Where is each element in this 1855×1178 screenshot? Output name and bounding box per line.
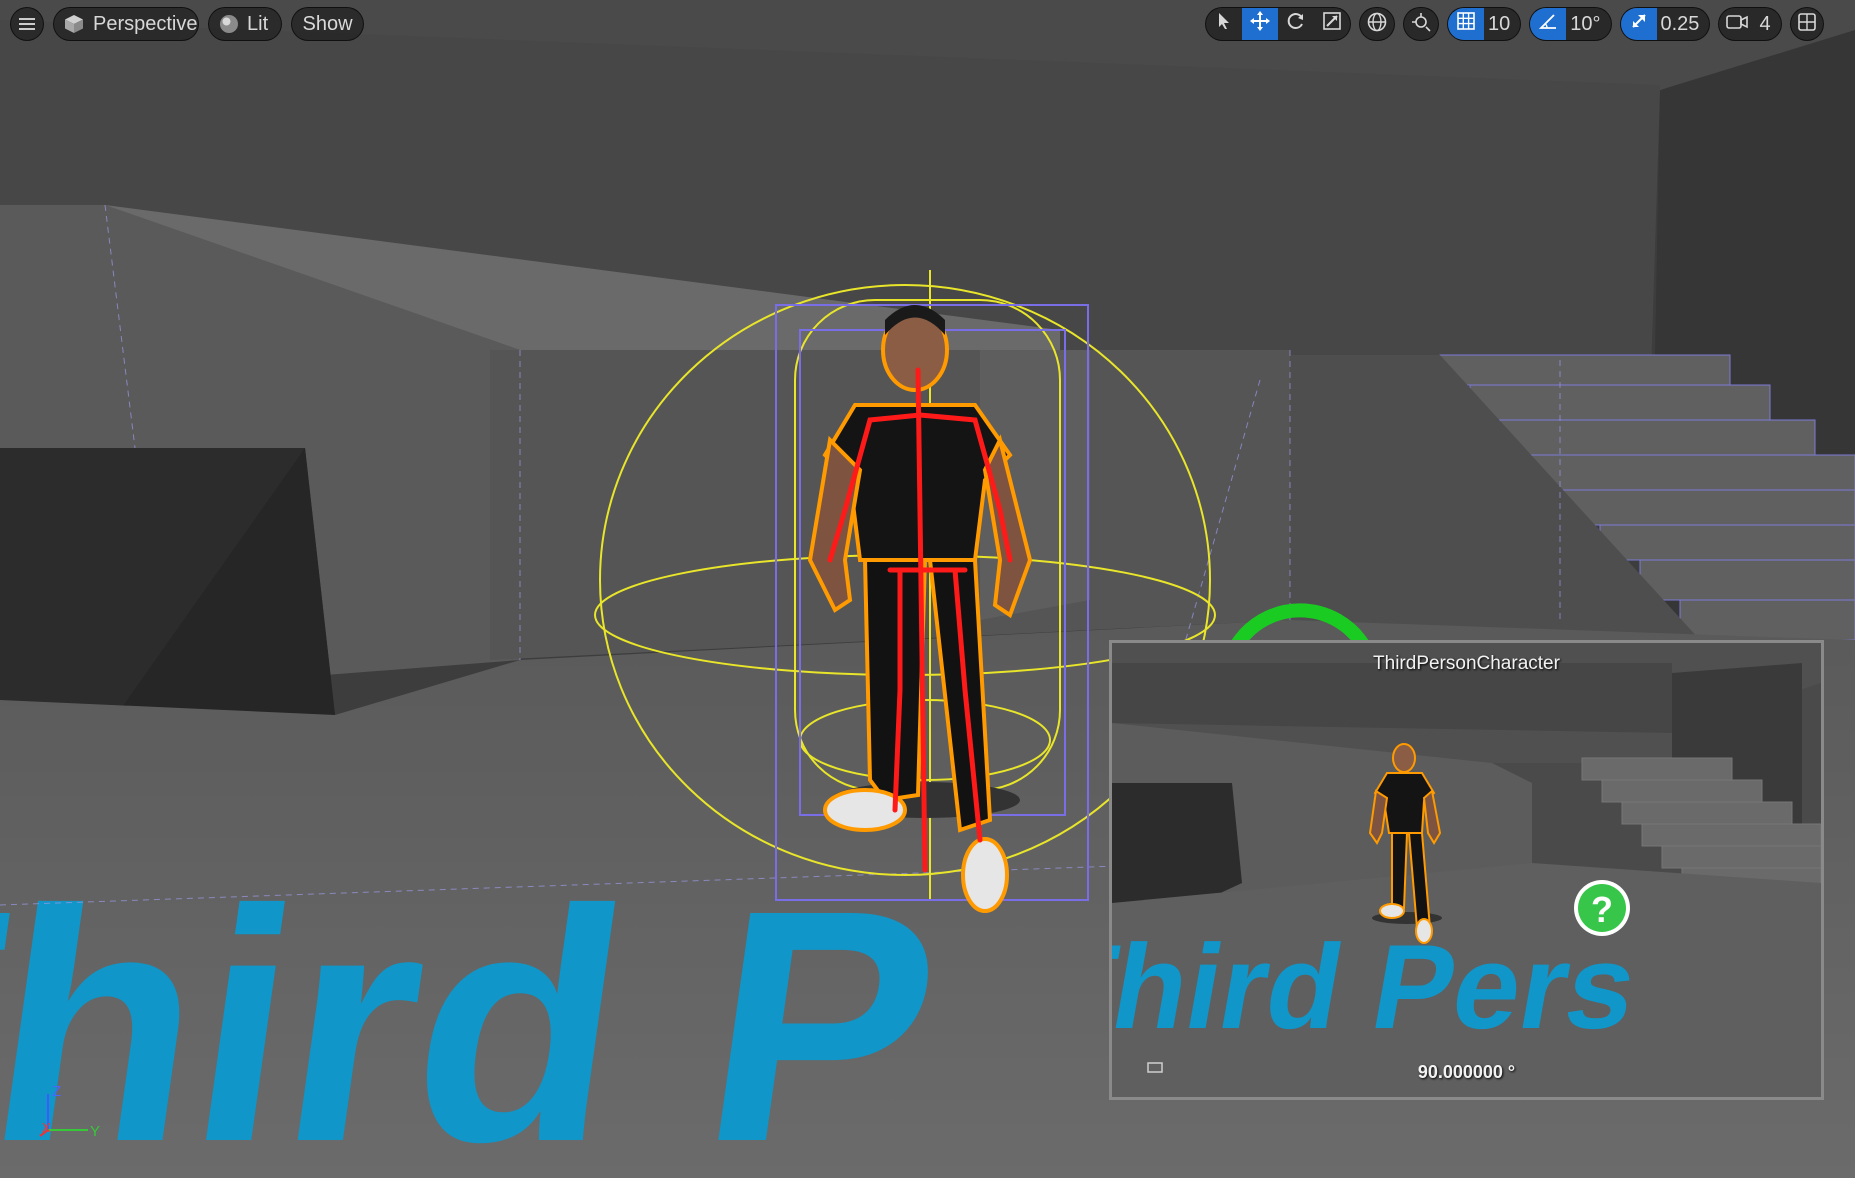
layout-grid-icon [1797,12,1816,36]
lit-label: Lit [247,12,269,35]
scale-snap-value[interactable]: 0.25 [1657,8,1710,40]
lit-button[interactable]: Lit [208,7,282,41]
globe-icon [1367,12,1387,37]
select-tool-button[interactable] [1206,8,1242,40]
rotation-angle-readout: 90.000000 ° [1417,1062,1516,1082]
scale-snap-toggle[interactable] [1620,8,1657,40]
level-viewport[interactable]: Third P Perspective Lit Show 10 10° 0.25… [0,0,1855,1178]
grid-snap-group: 10 [1447,7,1522,41]
grid-snap-toggle[interactable] [1448,8,1484,40]
surface-snap-button[interactable] [1403,7,1439,41]
move-arrows-icon [1250,11,1270,37]
surface-snap-icon [1411,12,1431,37]
axis-gizmo: Z X Y [36,1080,106,1140]
world-local-button[interactable] [1359,7,1395,41]
translate-tool-button[interactable] [1242,8,1278,40]
hamburger-icon [19,17,35,31]
grid-snap-value[interactable]: 10 [1484,8,1520,40]
scale-tool-button[interactable] [1314,8,1350,40]
viewport-layout-button[interactable] [1789,7,1824,41]
lit-sphere-icon [219,14,239,34]
show-label: Show [302,12,353,35]
angle-icon [1539,12,1557,36]
scale-icon [1323,12,1341,36]
grid-icon [1457,12,1475,36]
rotate-tool-button[interactable] [1278,8,1314,40]
viewport-toolbar-right: 10 10° 0.25 4 [1205,6,1824,42]
camera-preview-title: ThirdPersonCharacter [1373,653,1560,674]
rotation-snap-value[interactable]: 10° [1566,8,1610,40]
camera-preview-window: Third Pers ? ThirdPersonCharacter 90.000… [1109,640,1824,1100]
perspective-button[interactable]: Perspective [53,7,199,41]
camera-speed-group[interactable]: 4 [1718,7,1782,41]
rotation-snap-group: 10° [1529,7,1612,41]
floor-text: Third P [0,842,958,1178]
camera-preview-scene: Third Pers ? [1112,643,1821,1097]
show-button[interactable]: Show [291,7,364,41]
svg-text:?: ? [1591,889,1613,930]
transform-tools-group [1205,7,1351,41]
scale-snap-group: 0.25 [1619,7,1711,41]
perspective-label: Perspective [93,12,198,35]
camera-icon [1726,13,1749,36]
camera-speed-button[interactable] [1719,8,1755,40]
cube-icon [64,14,84,34]
scale-arrow-icon [1630,12,1648,36]
help-question-icon: ? [1574,880,1630,936]
rotate-icon [1286,11,1306,37]
axis-x-label: X [42,1120,51,1135]
axis-y-label: Y [90,1123,100,1140]
mini-floor-text: Third Pers [1112,920,1647,1054]
viewport-toolbar-left: Perspective Lit Show [10,6,373,42]
rotation-snap-toggle[interactable] [1530,8,1567,40]
cursor-arrow-icon [1215,12,1233,36]
camera-speed-value[interactable]: 4 [1755,8,1780,40]
axis-z-label: Z [52,1083,61,1100]
viewport-menu-button[interactable] [10,7,44,41]
